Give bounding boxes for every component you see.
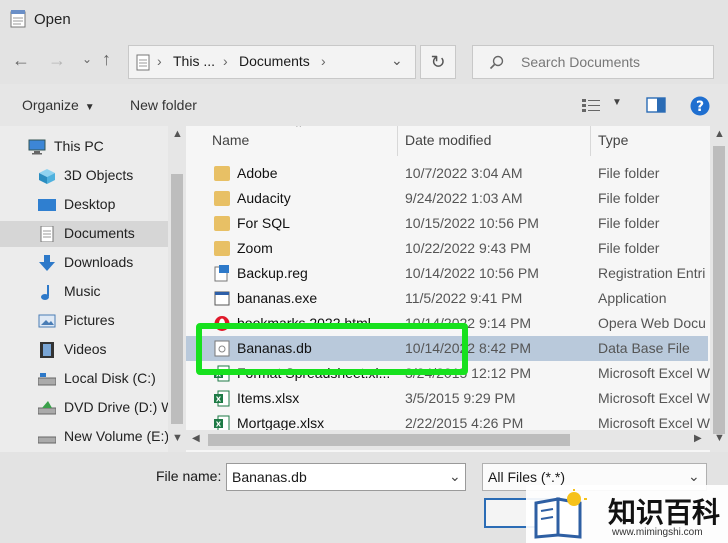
sidebar-item-local-disk-c[interactable]: Local Disk (C:)	[0, 366, 170, 392]
forward-arrow-icon[interactable]: →	[48, 50, 66, 71]
file-row-items-xlsx[interactable]: X Items.xlsx 3/5/2015 9:29 PM Microsoft …	[186, 386, 710, 411]
title-bar: Open	[0, 0, 728, 40]
app-icon	[214, 291, 230, 306]
sidebar-item-music[interactable]: Music	[0, 279, 170, 305]
help-icon[interactable]: ?	[690, 96, 710, 116]
back-arrow-icon[interactable]: ←	[12, 50, 30, 71]
folder-icon	[214, 191, 230, 206]
sidebar-item-videos[interactable]: Videos	[0, 337, 170, 363]
folder-icon	[214, 216, 230, 231]
organize-button[interactable]: Organize ▼	[22, 97, 95, 113]
refresh-icon: ↻	[430, 52, 446, 72]
scroll-up-icon[interactable]: ▲	[714, 128, 725, 140]
svg-text:?: ?	[696, 99, 704, 115]
column-divider[interactable]	[590, 126, 591, 156]
computer-icon	[28, 139, 46, 155]
view-caret-icon[interactable]: ▼	[612, 97, 622, 108]
file-row-adobe[interactable]: Adobe 10/7/2022 3:04 AM File folder	[186, 161, 708, 186]
column-header-type[interactable]: Type	[598, 126, 628, 156]
sort-ascending-icon: ⌃	[294, 126, 304, 135]
scrollbar-thumb[interactable]	[208, 434, 570, 446]
navigation-pane: This PC 3D Objects Desktop Documents Dow…	[0, 126, 186, 452]
file-row-zoom[interactable]: Zoom 10/22/2022 9:43 PM File folder	[186, 236, 708, 261]
breadcrumb-separator-icon: ›	[157, 53, 162, 69]
documents-location-icon	[136, 54, 150, 71]
svg-text:X: X	[216, 396, 222, 404]
watermark-url: www.mimingshi.com	[612, 527, 703, 538]
column-header-name[interactable]: Name	[212, 126, 249, 156]
sidebar-item-3d-objects[interactable]: 3D Objects	[0, 163, 170, 189]
file-list-vertical-scrollbar[interactable]: ▲ ▼	[710, 126, 728, 452]
folder-icon	[214, 166, 230, 181]
sidebar-item-dvd-drive-d[interactable]: DVD Drive (D:) W	[0, 395, 174, 421]
file-row-backup-reg[interactable]: Backup.reg 10/14/2022 10:56 PM Registrat…	[186, 261, 708, 286]
sidebar-item-downloads[interactable]: Downloads	[0, 250, 170, 276]
sidebar-item-documents[interactable]: Documents	[0, 221, 170, 247]
file-list: ⌃ Name Date modified Type Adobe 10/7/202…	[186, 126, 728, 452]
organize-label: Organize	[22, 97, 79, 113]
file-name-label: File name:	[156, 468, 222, 484]
scrollbar-thumb[interactable]	[713, 146, 725, 434]
breadcrumb-separator-icon: ›	[321, 53, 326, 69]
file-name-value[interactable]: Bananas.db	[232, 469, 307, 485]
scroll-left-icon[interactable]: ◀	[192, 433, 200, 444]
file-list-horizontal-scrollbar[interactable]: ◀ ▶	[186, 430, 710, 450]
recent-locations-chevron-icon[interactable]: ⌄	[82, 52, 92, 66]
sidebar-item-new-volume-e[interactable]: New Volume (E:)	[0, 424, 170, 450]
sidebar-item-pictures[interactable]: Pictures	[0, 308, 170, 334]
up-arrow-icon[interactable]: ↑	[102, 49, 111, 70]
folder-icon	[214, 241, 230, 256]
watermark: 知识百科 www.mimingshi.com	[526, 485, 728, 543]
address-bar[interactable]: › This ... › Documents › ⌄	[128, 45, 416, 79]
excel-icon: X	[214, 390, 230, 407]
watermark-title: 知识百科	[608, 496, 721, 529]
address-history-chevron-icon[interactable]: ⌄	[391, 52, 403, 69]
registry-icon	[214, 265, 229, 282]
column-header-date[interactable]: Date modified	[405, 126, 491, 156]
breadcrumb-this-pc[interactable]: This ...	[173, 53, 215, 69]
caret-down-icon: ▼	[84, 102, 95, 113]
drive-icon	[38, 373, 56, 386]
refresh-button[interactable]: ↻	[420, 45, 456, 79]
breadcrumb-documents[interactable]: Documents	[239, 53, 310, 69]
window-title: Open	[34, 11, 71, 28]
view-options-icon[interactable]	[582, 98, 602, 112]
scroll-down-icon[interactable]: ▼	[172, 432, 183, 444]
book-lightbulb-logo-icon	[534, 489, 587, 539]
file-name-field[interactable]: Bananas.db ⌄	[226, 463, 466, 491]
file-row-bananas-exe[interactable]: bananas.exe 11/5/2022 9:41 PM Applicatio…	[186, 286, 708, 311]
column-divider[interactable]	[397, 126, 398, 156]
notepad-icon	[10, 10, 26, 28]
scrollbar-thumb[interactable]	[171, 174, 183, 424]
download-arrow-icon	[39, 255, 55, 271]
search-box[interactable]: Search Documents	[472, 45, 714, 79]
cube-icon	[39, 169, 55, 184]
preview-pane-icon[interactable]	[646, 97, 666, 113]
sidebar-item-desktop[interactable]: Desktop	[0, 192, 170, 218]
film-icon	[40, 342, 54, 358]
command-toolbar: Organize ▼ New folder ▼ ?	[0, 84, 728, 126]
document-icon	[40, 226, 54, 242]
breadcrumb-separator-icon: ›	[223, 53, 228, 69]
music-note-icon	[41, 285, 49, 300]
navigation-pane-scrollbar[interactable]: ▲ ▼	[168, 126, 186, 452]
desktop-icon	[38, 199, 56, 211]
new-folder-button[interactable]: New folder	[130, 97, 197, 113]
chevron-down-icon[interactable]: ⌄	[688, 468, 700, 485]
pictures-icon	[38, 314, 56, 328]
highlight-box	[196, 323, 468, 375]
scroll-up-icon[interactable]: ▲	[172, 128, 183, 140]
file-row-audacity[interactable]: Audacity 9/24/2022 1:03 AM File folder	[186, 186, 708, 211]
svg-text:X: X	[216, 421, 222, 429]
file-type-value[interactable]: All Files (*.*)	[488, 469, 565, 485]
chevron-down-icon[interactable]: ⌄	[449, 468, 461, 485]
scroll-down-icon[interactable]: ▼	[714, 432, 725, 444]
dvd-icon	[38, 401, 56, 415]
search-icon	[489, 55, 504, 70]
drive-icon	[38, 436, 56, 444]
file-row-for-sql[interactable]: For SQL 10/15/2022 10:56 PM File folder	[186, 211, 708, 236]
sidebar-item-this-pc[interactable]: This PC	[0, 134, 170, 160]
search-placeholder[interactable]: Search Documents	[521, 54, 640, 70]
scroll-right-icon[interactable]: ▶	[694, 433, 702, 444]
